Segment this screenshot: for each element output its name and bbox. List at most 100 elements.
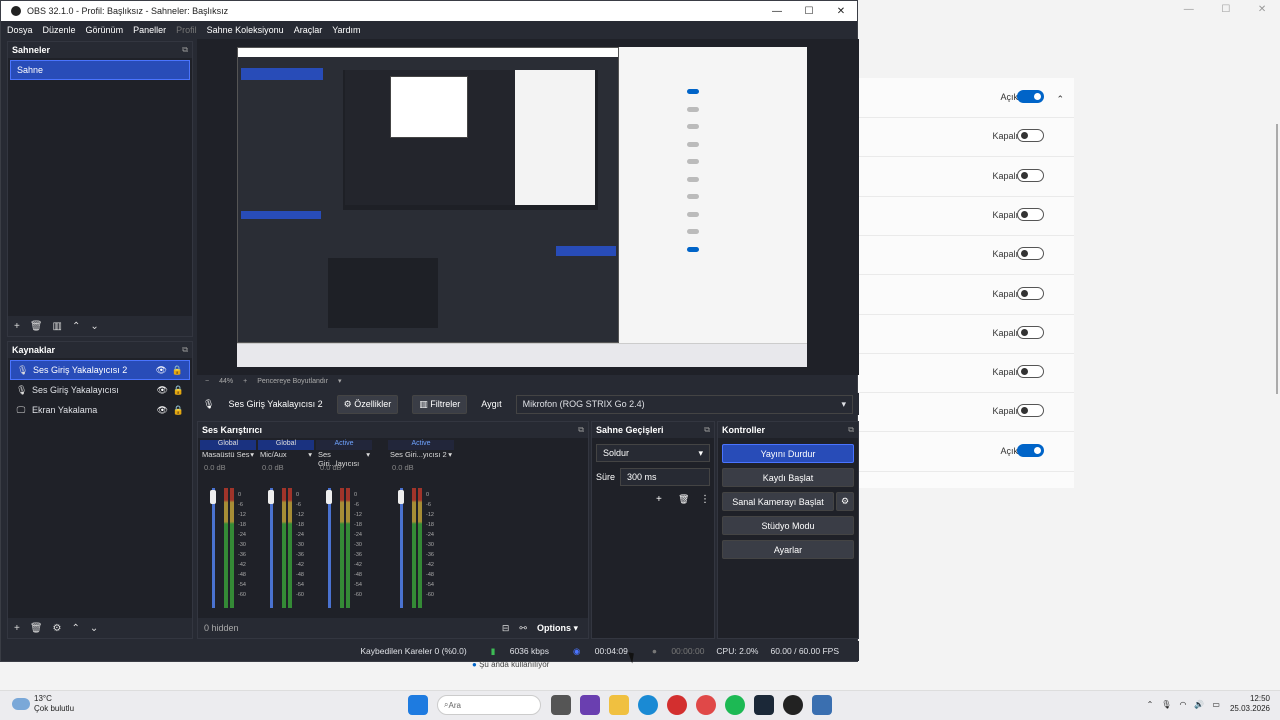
studio-mode-button[interactable]: Stüdyo Modu: [722, 516, 854, 535]
minimize-icon[interactable]: —: [1184, 4, 1194, 18]
app-icon[interactable]: [580, 695, 600, 715]
volume-fader[interactable]: [270, 488, 273, 608]
fit-to-window[interactable]: Pencereye Boyutlandır: [257, 378, 328, 385]
trash-icon[interactable]: 🗑: [30, 623, 43, 634]
folder-icon[interactable]: [609, 695, 629, 715]
gear-icon[interactable]: ⚙: [836, 492, 854, 511]
chevron-down-icon[interactable]: ▾: [338, 377, 342, 385]
link-icon[interactable]: ⚯: [519, 623, 527, 634]
add-icon[interactable]: +: [656, 494, 662, 505]
minimize-icon[interactable]: —: [761, 6, 793, 17]
volume-fader[interactable]: [212, 488, 215, 608]
maximize-icon[interactable]: ☐: [793, 6, 825, 17]
move-down-icon[interactable]: ⌄: [90, 623, 98, 634]
zoom-level[interactable]: 44%: [219, 378, 233, 385]
trash-icon[interactable]: 🗑: [30, 321, 43, 332]
task-view-icon[interactable]: [551, 695, 571, 715]
menu-view[interactable]: Görünüm: [86, 25, 124, 35]
weather-widget[interactable]: 13°C Çok bulutlu: [12, 694, 74, 714]
dock-float-icon[interactable]: ⧉: [182, 45, 188, 55]
menu-profile[interactable]: Profil: [176, 25, 197, 35]
steam-icon[interactable]: [754, 695, 774, 715]
fader-handle[interactable]: [210, 490, 216, 504]
toggle-switch[interactable]: [1017, 443, 1044, 457]
source-item[interactable]: 🎙 Ses Giriş Yakalayıcısı 2 👁 🔒: [10, 360, 190, 380]
more-icon[interactable]: ⋮: [700, 494, 710, 505]
menu-docks[interactable]: Paneller: [133, 25, 166, 35]
menu-help[interactable]: Yardım: [332, 25, 360, 35]
wifi-icon[interactable]: ◠: [1179, 700, 1186, 709]
volume-icon[interactable]: 🔊: [1194, 700, 1204, 709]
settings-app-icon[interactable]: [812, 695, 832, 715]
dock-float-icon[interactable]: ⧉: [704, 425, 710, 435]
battery-icon[interactable]: ▭: [1212, 700, 1220, 709]
source-item[interactable]: 🎙 Ses Giriş Yakalayıcısı 👁 🔒: [10, 380, 190, 400]
toggle-switch[interactable]: [1017, 168, 1044, 182]
toggle-switch[interactable]: [1017, 325, 1044, 339]
add-icon[interactable]: +: [14, 321, 20, 332]
add-icon[interactable]: +: [14, 623, 20, 634]
toggle-switch[interactable]: [1017, 365, 1044, 379]
menu-scene-collection[interactable]: Sahne Koleksiyonu: [207, 25, 284, 35]
move-down-icon[interactable]: ⌄: [90, 321, 98, 332]
channel-name[interactable]: Mic/Aux: [260, 450, 287, 463]
toggle-switch[interactable]: [1017, 247, 1044, 261]
fader-handle[interactable]: [326, 490, 332, 504]
volume-fader[interactable]: [400, 488, 403, 608]
eye-icon[interactable]: 👁: [157, 405, 168, 416]
opera-icon[interactable]: [667, 695, 687, 715]
trash-icon[interactable]: 🗑: [678, 494, 689, 505]
menu-edit[interactable]: Düzenle: [43, 25, 76, 35]
close-icon[interactable]: ✕: [1258, 4, 1266, 18]
dock-float-icon[interactable]: ⧉: [848, 425, 854, 435]
move-up-icon[interactable]: ⌃: [72, 623, 80, 634]
transition-type-select[interactable]: Soldur ▾: [596, 444, 710, 462]
settings-scrollbar[interactable]: [1276, 124, 1278, 394]
chevron-down-icon[interactable]: ▾: [250, 450, 254, 463]
eye-icon[interactable]: 👁: [157, 385, 168, 396]
obs-icon[interactable]: [783, 695, 803, 715]
source-item[interactable]: 🖵 Ekran Yakalama 👁 🔒: [10, 400, 190, 420]
dock-float-icon[interactable]: ⧉: [182, 345, 188, 355]
device-select[interactable]: Mikrofon (ROG STRIX Go 2.4) ▾: [515, 394, 853, 414]
stop-streaming-button[interactable]: Yayını Durdur: [722, 444, 854, 463]
dock-float-icon[interactable]: ⧉: [578, 425, 584, 435]
layout-icon[interactable]: ⊟: [502, 623, 510, 634]
fader-handle[interactable]: [398, 490, 404, 504]
clock[interactable]: 12:50 25.03.2026: [1230, 694, 1270, 714]
zoom-in-icon[interactable]: +: [243, 378, 247, 385]
toggle-switch[interactable]: [1017, 207, 1044, 221]
eye-icon[interactable]: 👁: [156, 365, 167, 376]
preview-canvas[interactable]: [237, 47, 807, 367]
channel-name[interactable]: Ses Giri...yıcısı 2: [390, 450, 447, 463]
gear-icon[interactable]: ⚙: [53, 623, 62, 634]
lock-icon[interactable]: 🔒: [173, 385, 184, 396]
lock-icon[interactable]: 🔒: [172, 365, 183, 376]
chevron-up-icon[interactable]: ⌃: [1147, 700, 1154, 709]
spotify-icon[interactable]: [725, 695, 745, 715]
properties-button[interactable]: ⚙ Özellikler: [336, 394, 399, 414]
volume-fader[interactable]: [328, 488, 331, 608]
filters-button[interactable]: ▥ Filtreler: [412, 394, 468, 414]
menu-tools[interactable]: Araçlar: [294, 25, 323, 35]
menu-file[interactable]: Dosya: [7, 25, 33, 35]
toggle-switch[interactable]: [1017, 90, 1044, 103]
windows-start-icon[interactable]: [408, 695, 428, 715]
chevron-up-icon[interactable]: ⌃: [1056, 94, 1064, 105]
start-virtual-camera-button[interactable]: Sanal Kamerayı Başlat: [722, 492, 834, 511]
toggle-switch[interactable]: [1017, 404, 1044, 418]
toggle-switch[interactable]: [1017, 286, 1044, 300]
close-icon[interactable]: ✕: [825, 6, 857, 17]
edge-icon[interactable]: [638, 695, 658, 715]
preview-area[interactable]: [197, 39, 859, 375]
mic-icon[interactable]: 🎙: [1161, 700, 1171, 709]
maximize-icon[interactable]: ☐: [1221, 4, 1230, 18]
scene-item[interactable]: Sahne: [10, 60, 190, 80]
taskbar-search[interactable]: ⌕ Ara: [437, 695, 541, 715]
chevron-down-icon[interactable]: ▾: [308, 450, 312, 463]
app-red-icon[interactable]: [696, 695, 716, 715]
move-up-icon[interactable]: ⌃: [72, 321, 80, 332]
chevron-down-icon[interactable]: ▾: [448, 450, 452, 463]
channel-name[interactable]: Ses Giri...layıcısı: [318, 450, 366, 468]
settings-button[interactable]: Ayarlar: [722, 540, 854, 559]
